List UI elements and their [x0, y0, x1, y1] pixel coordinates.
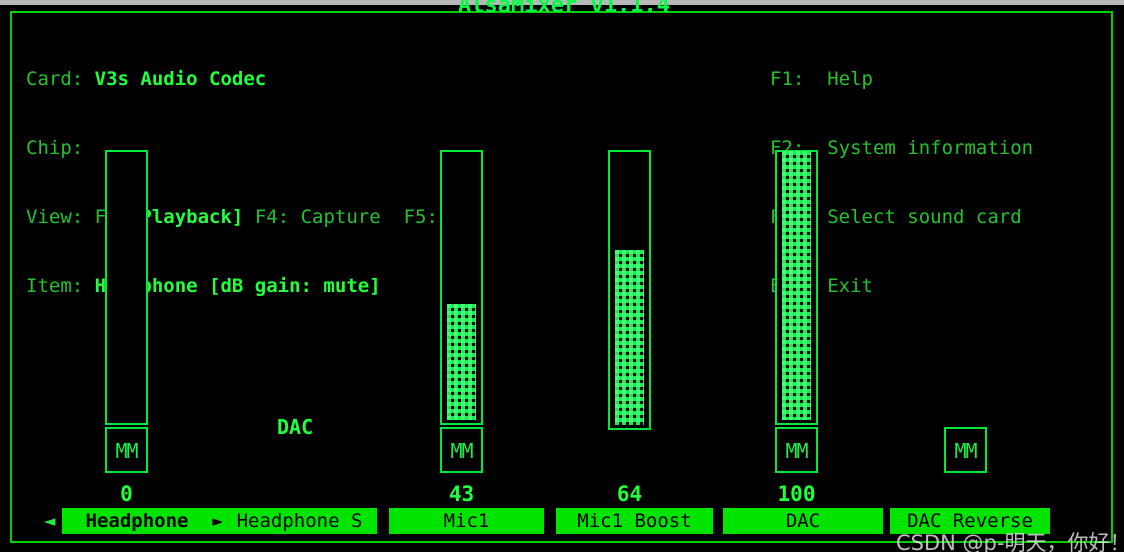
volume-value-dac: 100 — [777, 482, 816, 506]
channel-label-mic1[interactable]: Mic1 — [389, 508, 544, 534]
mute-indicator-headphone[interactable]: MM — [105, 427, 148, 473]
volume-bar-mic1-boost[interactable] — [608, 150, 651, 430]
channel-label-dac-reverse[interactable]: DAC Reverse — [890, 508, 1050, 534]
volume-value-mic1: 43 — [448, 482, 475, 506]
volume-value-mic1-boost: 64 — [616, 482, 643, 506]
mute-indicator-dac-reverse[interactable]: MM — [944, 427, 987, 473]
enum-value-headphone-source: DAC — [277, 415, 314, 439]
volume-bar-mic1[interactable] — [440, 150, 483, 425]
volume-fill — [447, 304, 476, 420]
volume-bar-dac[interactable] — [775, 150, 818, 425]
mute-indicator-mic1[interactable]: MM — [440, 427, 483, 473]
volume-fill — [782, 151, 811, 420]
volume-fill — [615, 250, 644, 425]
channel-label-dac[interactable]: DAC — [723, 508, 883, 534]
channel-label-headphone[interactable]: Headphone — [62, 508, 212, 534]
channel-label-headphone-source[interactable]: Headphone S — [222, 508, 377, 534]
channel-label-mic1-boost[interactable]: Mic1 Boost — [556, 508, 713, 534]
mute-indicator-dac[interactable]: MM — [775, 427, 818, 473]
mixer-channel-strip: MM 0 Headphone ◄ ► DAC Headphone S MM 43 Mic1 64 Mi… — [0, 0, 1124, 552]
volume-bar-headphone[interactable] — [105, 150, 148, 425]
alsamixer-terminal-window: AlsaMixer v1.1.4 Card: V3s Audio Codec C… — [0, 0, 1124, 552]
prev-channel-arrow-icon[interactable]: ◄ — [44, 508, 55, 534]
volume-value-headphone: 0 — [120, 482, 133, 506]
